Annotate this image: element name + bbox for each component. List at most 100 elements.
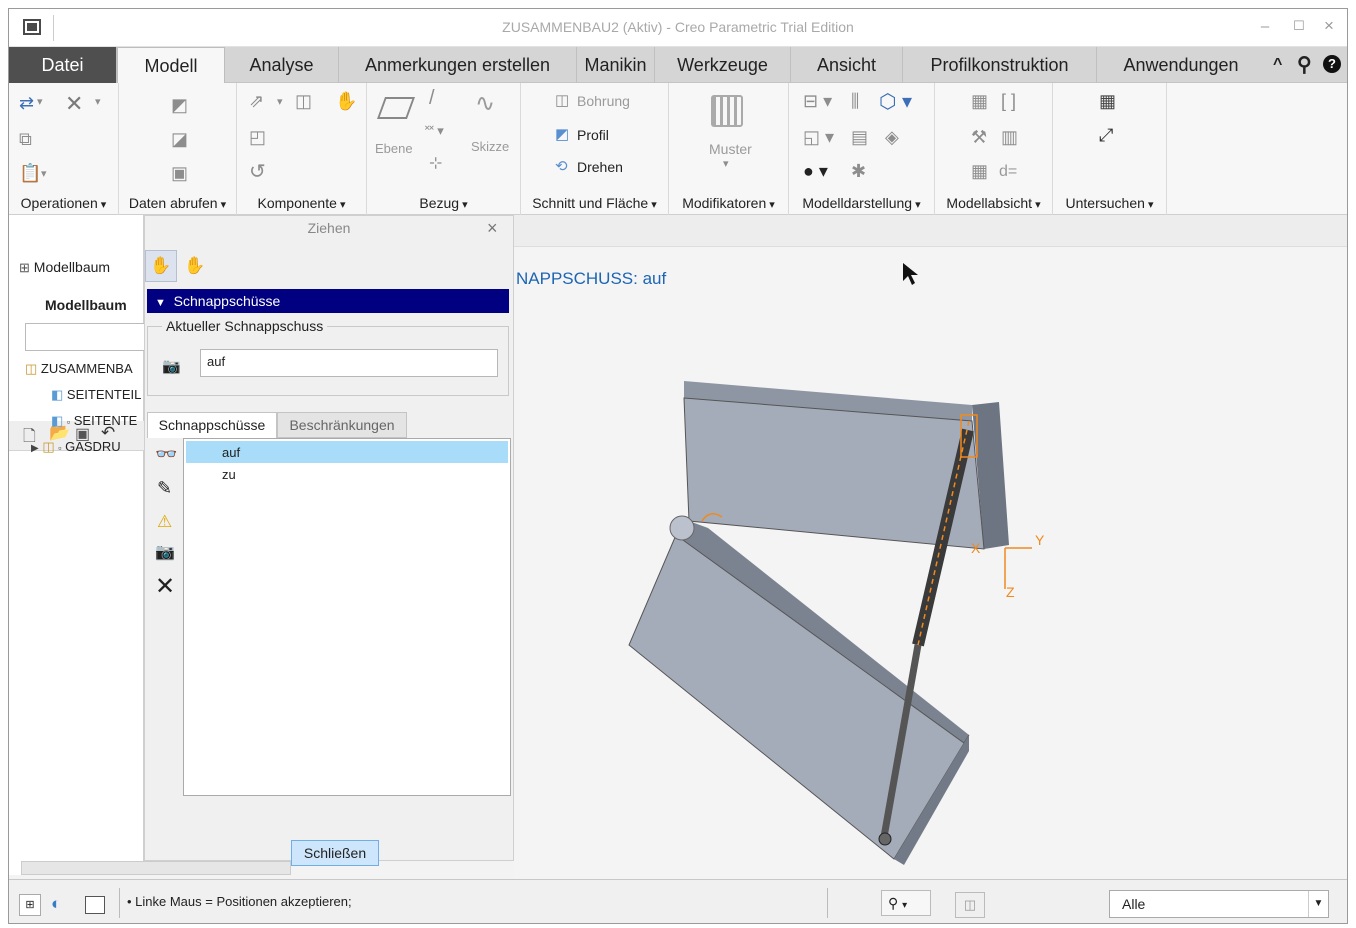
tab-modell[interactable]: Modell — [117, 47, 225, 84]
delete-icon[interactable]: ✕ — [65, 91, 83, 117]
regenerate-component-icon[interactable]: ↺ — [249, 159, 266, 184]
close-button[interactable]: × — [1319, 16, 1339, 36]
assemble-icon[interactable]: ⇗ — [249, 91, 264, 112]
snapshot-camera-icon[interactable]: 📷 — [155, 542, 175, 562]
dropdown-icon[interactable]: ▾ — [277, 95, 283, 108]
user-defined-feature-icon[interactable]: ◩ — [171, 95, 188, 116]
drag-hand-gear-button[interactable]: ✋ — [181, 252, 209, 280]
graphics-viewport[interactable]: NAPPSCHUSS: auf Y X Z — [514, 215, 1348, 879]
tab-datei[interactable]: Datei — [9, 47, 117, 83]
tree-item[interactable]: ▶ ◫ ▫ GASDRU — [31, 439, 121, 455]
tab-ansicht[interactable]: Ansicht — [791, 47, 903, 83]
scene-icon[interactable]: ✱ — [851, 161, 866, 182]
maximize-button[interactable]: ☐ — [1289, 18, 1309, 34]
hole-icon[interactable]: ◫ — [555, 91, 569, 109]
tree-item[interactable]: ◧ SEITENTEIL — [51, 387, 141, 403]
dialog-close-icon[interactable]: × — [487, 218, 498, 239]
edit-pencil-icon[interactable]: ✎ — [157, 478, 172, 499]
group-label-modellabsicht[interactable]: Modellabsicht — [935, 195, 1052, 211]
group-label-bezug[interactable]: Bezug — [367, 195, 520, 211]
appearance-icon[interactable]: ◱ ▾ — [803, 127, 834, 148]
measure-icon[interactable]: ⤢ — [1099, 125, 1113, 146]
selection-filter-dropdown[interactable]: Alle ▼ — [1109, 890, 1329, 918]
model-view[interactable]: Y X Z — [514, 215, 1348, 879]
shrinkwrap-icon[interactable]: ▣ — [171, 163, 188, 184]
chevron-down-icon[interactable]: ▼ — [1308, 891, 1328, 917]
regenerate-icon[interactable]: ⇄ — [19, 93, 34, 114]
tab-profilkonstruktion[interactable]: Profilkonstruktion — [903, 47, 1097, 83]
lower-mount[interactable] — [878, 832, 892, 846]
bohrung-label[interactable]: Bohrung — [577, 93, 630, 109]
pattern-icon[interactable] — [711, 95, 743, 127]
family-table-icon[interactable]: ⚒ — [971, 127, 987, 148]
layers-icon[interactable]: ▤ — [851, 127, 868, 148]
list-item[interactable]: zu — [186, 465, 508, 487]
perspective-icon[interactable]: ◈ — [885, 127, 899, 148]
tab-analyse[interactable]: Analyse — [225, 47, 339, 83]
tab-constraints[interactable]: Beschränkungen — [277, 412, 407, 438]
dropdown-icon[interactable]: ▾ — [95, 95, 101, 108]
close-dialog-button[interactable]: Schließen — [291, 840, 379, 866]
drehen-label[interactable]: Drehen — [577, 159, 623, 175]
tab-manikin[interactable]: Manikin — [577, 47, 655, 83]
group-label-modelldarstellung[interactable]: Modelldarstellung — [789, 195, 934, 211]
group-label-operationen[interactable]: Operationen — [9, 195, 118, 211]
extrude-icon[interactable]: ◩ — [555, 125, 569, 143]
skizze-label[interactable]: Skizze — [471, 139, 509, 154]
profil-label[interactable]: Profil — [577, 127, 609, 143]
browser-toggle-icon[interactable]: ◐ — [51, 894, 61, 914]
group-label-untersuchen[interactable]: Untersuchen — [1053, 195, 1166, 211]
help-icon[interactable]: ? — [1323, 55, 1341, 73]
mirror-component-icon[interactable]: ◫ — [295, 91, 312, 112]
tab-snapshots[interactable]: Schnappschüsse — [147, 412, 277, 438]
group-label-modifikatoren[interactable]: Modifikatoren — [669, 195, 788, 211]
tab-anmerkungen[interactable]: Anmerkungen erstellen — [339, 47, 577, 83]
revolve-icon[interactable]: ⟲ — [555, 157, 568, 175]
collapse-ribbon-icon[interactable]: ^ — [1273, 56, 1282, 74]
find-button[interactable]: ⚲ ▾ — [881, 890, 931, 916]
dropdown-icon[interactable]: ▾ — [41, 167, 47, 180]
model-tree-tab[interactable]: ⊞ Modellbaum — [19, 259, 110, 276]
global-interference-icon[interactable]: ▦ — [1099, 91, 1116, 112]
selection-filter-icon[interactable]: ◫ — [955, 892, 985, 918]
paste-icon[interactable]: 📋 — [19, 163, 41, 184]
upper-panel[interactable] — [683, 397, 985, 550]
d-equals-label[interactable]: d= — [999, 163, 1017, 181]
search-icon[interactable]: ⚲ — [1297, 52, 1312, 77]
coordinate-system-icon[interactable]: ⊹ — [429, 153, 442, 173]
list-item[interactable]: auf — [186, 441, 508, 463]
snapshots-section-header[interactable]: ▼ Schnappschüsse — [147, 289, 509, 313]
manage-views-icon[interactable]: ⊟ ▾ — [803, 91, 832, 112]
parameters-icon[interactable]: ▥ — [1001, 127, 1018, 148]
point-icon[interactable]: ˟˟ ▾ — [425, 123, 444, 139]
model-tree-toggle-icon[interactable]: ⊞ — [19, 894, 41, 916]
camera-icon[interactable]: 📷 — [162, 357, 181, 375]
display-style-icon[interactable]: ⬡ ▾ — [879, 89, 912, 114]
minimize-button[interactable]: – — [1255, 18, 1275, 35]
create-component-icon[interactable]: ◰ — [249, 127, 266, 148]
appearance-gallery-icon[interactable]: ● ▾ — [803, 161, 828, 182]
relations-icon[interactable]: ▦ — [971, 161, 988, 182]
tree-filter-input[interactable] — [25, 323, 155, 351]
group-label-schnitt[interactable]: Schnitt und Fläche — [521, 195, 668, 211]
tab-werkzeuge[interactable]: Werkzeuge — [655, 47, 791, 83]
current-snapshot-input[interactable]: auf — [200, 349, 498, 377]
horizontal-scrollbar[interactable] — [21, 861, 291, 875]
publish-geometry-icon[interactable]: ▦ — [971, 91, 988, 112]
ebene-label[interactable]: Ebene — [375, 141, 413, 156]
brackets-icon[interactable]: [ ] — [1001, 91, 1016, 112]
dropdown-icon[interactable]: ▾ — [723, 157, 729, 170]
tree-item[interactable]: ◧ ▫ SEITENTE — [51, 413, 137, 429]
expand-arrow-icon[interactable]: ▶ — [31, 443, 39, 454]
fullscreen-toggle-icon[interactable] — [85, 896, 105, 914]
dropdown-icon[interactable]: ▾ — [37, 95, 43, 108]
drag-hand-button[interactable]: ✋ — [145, 250, 177, 282]
copy-geometry-icon[interactable]: ◪ — [171, 129, 188, 150]
muster-label[interactable]: Muster — [709, 141, 752, 157]
group-label-komponente[interactable]: Komponente — [237, 195, 366, 211]
hinge-joint[interactable] — [669, 515, 695, 541]
warning-add-icon[interactable]: ⚠ — [157, 512, 172, 532]
sketch-icon[interactable]: ∿ — [475, 89, 495, 118]
view-snapshot-icon[interactable]: 👓 — [155, 444, 177, 465]
group-label-daten-abrufen[interactable]: Daten abrufen — [119, 195, 236, 211]
